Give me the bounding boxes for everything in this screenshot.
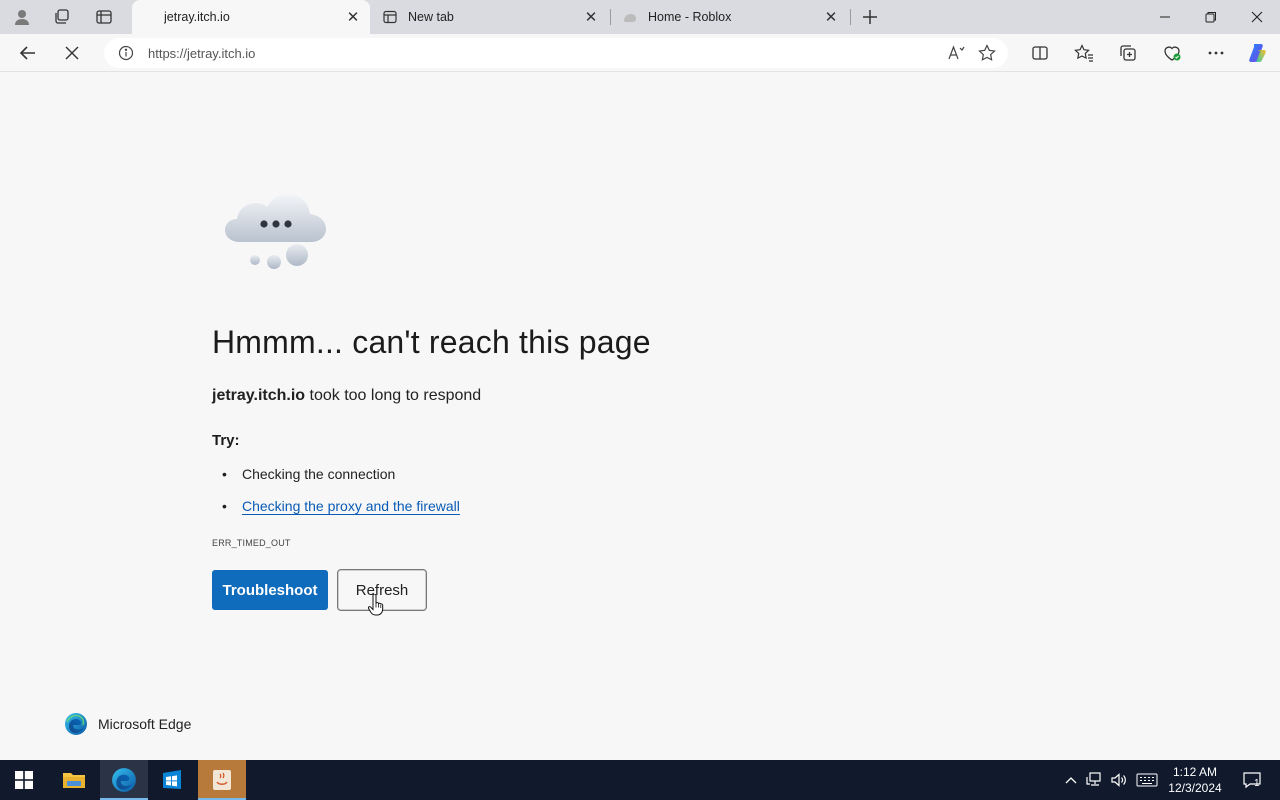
tab-title: jetray.itch.io xyxy=(164,10,230,24)
error-reason: took too long to respond xyxy=(305,387,482,404)
edge-branding: Microsoft Edge xyxy=(64,712,191,736)
new-tab-plus-icon[interactable] xyxy=(854,4,886,30)
network-icon[interactable] xyxy=(1084,760,1106,800)
favorites-icon[interactable] xyxy=(1068,38,1100,68)
app-taskbar-icon[interactable] xyxy=(198,760,246,800)
roblox-favicon-icon xyxy=(622,9,638,25)
show-hidden-icons-chevron-up-icon[interactable] xyxy=(1062,760,1080,800)
bullet: • xyxy=(222,498,227,514)
error-site-name: jetray.itch.io xyxy=(212,387,306,404)
read-aloud-icon[interactable] xyxy=(942,38,972,68)
error-heading: Hmmm... can't reach this page xyxy=(212,324,651,360)
error-message: jetray.itch.io took too long to respond xyxy=(212,387,481,405)
close-window-icon[interactable] xyxy=(1234,0,1280,34)
error-page: Hmmm... can't reach this page jetray.itc… xyxy=(0,72,1280,760)
browser-essentials-icon[interactable] xyxy=(1156,38,1188,68)
keyboard-icon[interactable] xyxy=(1134,760,1160,800)
hand-cursor-icon xyxy=(367,593,384,621)
error-code: ERR_TIMED_OUT xyxy=(212,538,291,548)
edge-taskbar-icon[interactable] xyxy=(100,760,148,800)
stop-loading-icon[interactable] xyxy=(56,38,88,68)
site-info-icon[interactable] xyxy=(117,44,135,62)
tab-actions-icon[interactable] xyxy=(88,4,120,30)
volume-icon[interactable] xyxy=(1108,760,1130,800)
system-clock[interactable]: 1:12 AM 12/3/2024 xyxy=(1160,764,1230,796)
notifications-icon[interactable]: 1 xyxy=(1236,760,1268,800)
tab-separator xyxy=(610,9,611,25)
windows-taskbar: 1:12 AM 12/3/2024 1 xyxy=(0,760,1280,800)
bullet: • xyxy=(222,466,227,482)
tab-title: Home - Roblox xyxy=(648,10,732,24)
split-screen-icon[interactable] xyxy=(1024,38,1056,68)
suggestion-item: • Checking the proxy and the firewall xyxy=(222,498,460,514)
notification-count: 1 xyxy=(1254,778,1260,789)
tab-strip: jetray.itch.io ✕ New tab ✕ Home - Roblox… xyxy=(0,0,1280,34)
tab-jetray[interactable]: jetray.itch.io ✕ xyxy=(132,0,370,34)
url-text: https://jetray.itch.io xyxy=(148,45,256,61)
clock-time: 1:12 AM xyxy=(1172,765,1218,779)
restore-icon[interactable] xyxy=(1188,0,1234,34)
cloud-illustration-icon xyxy=(222,190,332,274)
new-tab-favicon-icon xyxy=(382,9,398,25)
suggestion-connection: Checking the connection xyxy=(242,466,396,482)
start-button-icon[interactable] xyxy=(0,760,48,800)
tab-roblox[interactable]: Home - Roblox ✕ xyxy=(612,0,848,34)
tab-title: New tab xyxy=(408,10,454,24)
collections-icon[interactable] xyxy=(1112,38,1144,68)
profile-icon[interactable] xyxy=(6,4,38,30)
store-icon[interactable] xyxy=(148,760,196,800)
tab-separator xyxy=(850,9,851,25)
troubleshoot-button[interactable]: Troubleshoot xyxy=(212,570,328,610)
browser-toolbar: https://jetray.itch.io xyxy=(0,34,1280,72)
tab-new-tab[interactable]: New tab ✕ xyxy=(372,0,608,34)
close-tab-icon[interactable]: ✕ xyxy=(342,6,364,28)
suggestion-item: • Checking the connection xyxy=(222,466,395,482)
minimize-icon[interactable] xyxy=(1142,0,1188,34)
clock-date: 12/3/2024 xyxy=(1168,781,1222,795)
proxy-firewall-link[interactable]: Checking the proxy and the firewall xyxy=(242,498,460,514)
copilot-icon[interactable] xyxy=(1242,38,1274,68)
edge-brand-text: Microsoft Edge xyxy=(98,716,192,732)
try-label: Try: xyxy=(212,432,240,449)
workspaces-icon[interactable] xyxy=(46,4,78,30)
close-tab-icon[interactable]: ✕ xyxy=(580,6,602,28)
favorite-star-icon[interactable] xyxy=(972,38,1002,68)
more-options-icon[interactable] xyxy=(1200,38,1232,68)
back-arrow-icon[interactable] xyxy=(12,38,44,68)
file-explorer-icon[interactable] xyxy=(50,760,98,800)
edge-logo-icon xyxy=(65,713,87,735)
address-bar[interactable]: https://jetray.itch.io xyxy=(104,38,1008,68)
close-tab-icon[interactable]: ✕ xyxy=(820,6,842,28)
